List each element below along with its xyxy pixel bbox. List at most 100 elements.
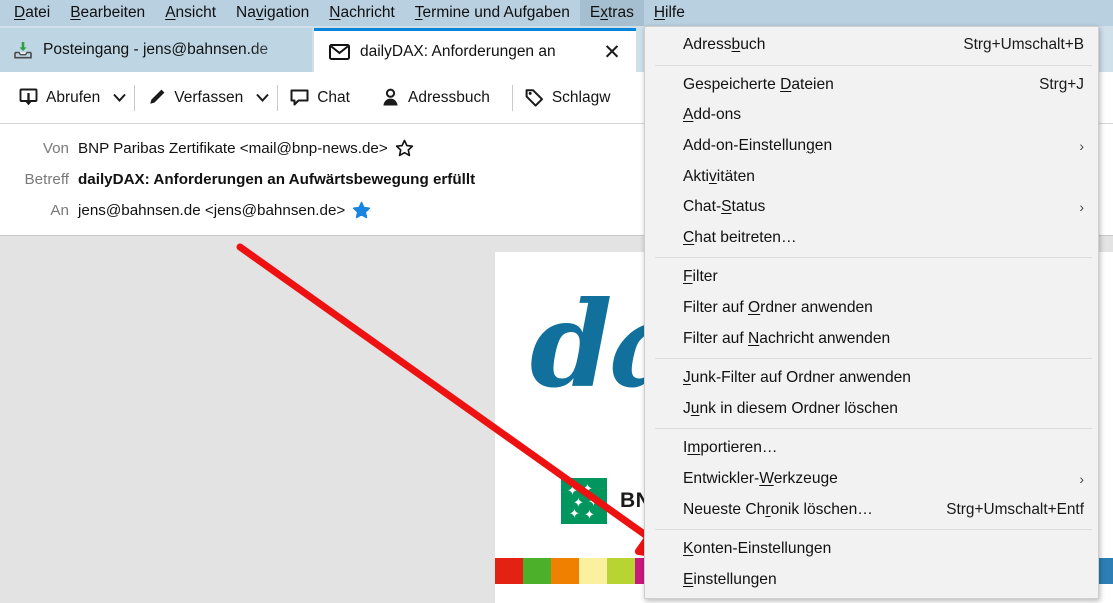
compose-dropdown[interactable] <box>251 88 274 107</box>
menu-item-label: Chat-Status <box>683 198 766 216</box>
menu-item-entwickler-werkzeuge[interactable]: Entwickler-Werkzeuge › <box>645 464 1098 495</box>
get-messages-icon <box>18 87 39 108</box>
tab-message-label: dailyDAX: Anforderungen an <box>360 42 556 60</box>
chevron-right-icon: › <box>1079 138 1084 155</box>
tag-label: Schlagw <box>551 88 611 106</box>
menu-item-label: Neueste Chronik löschen… <box>683 500 873 518</box>
menu-separator <box>655 257 1092 259</box>
star-filled-icon[interactable] <box>352 201 371 220</box>
menu-item-gespeicherte-dateien[interactable]: Gespeicherte Dateien Strg+J <box>645 70 1098 101</box>
get-messages-label: Abrufen <box>46 88 101 106</box>
menu-item-label: Junk in diesem Ordner löschen <box>683 399 898 417</box>
menu-item-neueste-chronik-loeschen[interactable]: Neueste Chronik löschen… Strg+Umschalt+En… <box>645 494 1098 525</box>
menu-item-shortcut: Strg+Umschalt+B <box>963 36 1084 54</box>
menubar-item-bearbeiten[interactable]: Bearbeiten <box>60 0 155 26</box>
menubar-item-termine-und-aufgaben[interactable]: Termine und Aufgaben <box>405 0 580 26</box>
menu-item-label: Entwickler-Werkzeuge <box>683 470 838 488</box>
menu-item-shortcut: Strg+J <box>1039 75 1084 93</box>
menu-item-chat-beitreten[interactable]: Chat beitreten… <box>645 223 1098 254</box>
menu-item-adressbuch[interactable]: Adressbuch Strg+Umschalt+B <box>645 30 1098 61</box>
menu-separator <box>655 528 1092 530</box>
menu-item-label: Filter auf Nachricht anwenden <box>683 329 891 347</box>
from-value[interactable]: BNP Paribas Zertifikate <mail@bnp-news.d… <box>78 140 388 157</box>
stripe-segment <box>495 558 524 584</box>
chevron-right-icon: › <box>1079 471 1084 488</box>
menu-item-junk-filter-auf-ordner-anwenden[interactable]: Junk-Filter auf Ordner anwenden <box>645 363 1098 394</box>
get-messages-button[interactable]: Abrufen <box>10 82 108 113</box>
menubar-item-datei[interactable]: Datei <box>4 0 60 26</box>
menu-item-label: Filter auf Ordner anwenden <box>683 299 873 317</box>
subject-value: dailyDAX: Anforderungen an Aufwärtsbeweg… <box>78 171 476 188</box>
menu-item-filter[interactable]: Filter <box>645 262 1098 293</box>
menu-item-label: Gespeicherte Dateien <box>683 75 834 93</box>
menu-item-shortcut: Strg+Umschalt+Entf <box>946 500 1084 518</box>
menubar-item-hilfe[interactable]: Hilfe <box>644 0 695 26</box>
compose-button[interactable]: Verfassen <box>138 82 251 113</box>
toolbar-divider <box>134 84 136 111</box>
menubar-item-navigation[interactable]: Navigation <box>226 0 319 26</box>
chevron-right-icon: › <box>1079 199 1084 216</box>
tag-icon <box>524 87 545 108</box>
toolbar-divider <box>277 84 279 111</box>
star-outline-icon[interactable] <box>395 139 414 158</box>
chat-bubble-icon <box>289 87 310 108</box>
to-label: An <box>50 202 69 219</box>
tab-message[interactable]: dailyDAX: Anforderungen an ✕ <box>314 28 636 72</box>
menu-bar: Datei Bearbeiten Ansicht Navigation Nachrich… <box>0 0 1113 26</box>
menubar-item-ansicht[interactable]: Ansicht <box>155 0 226 26</box>
menubar-item-extras[interactable]: Extras <box>579 0 644 26</box>
menu-item-label: Chat beitreten… <box>683 228 797 246</box>
menu-item-add-ons[interactable]: Add-ons <box>645 100 1098 131</box>
menu-item-label: Filter <box>683 268 718 286</box>
address-book-button[interactable]: Adressbuch <box>372 82 498 113</box>
thunderbird-window: Datei Bearbeiten Ansicht Navigation Nachrich… <box>0 0 1113 603</box>
chat-button[interactable]: Chat <box>281 82 358 113</box>
close-icon[interactable]: ✕ <box>602 42 622 63</box>
stripe-segment <box>551 558 580 584</box>
to-value[interactable]: jens@bahnsen.de <jens@bahnsen.de> <box>78 202 345 219</box>
chat-label: Chat <box>317 88 350 106</box>
menu-item-add-on-einstellungen[interactable]: Add-on-Einstellungen › <box>645 131 1098 162</box>
menu-item-label: Adressbuch <box>683 36 766 54</box>
menu-item-importieren[interactable]: Importieren… <box>645 433 1098 464</box>
menu-item-label: Add-on-Einstellungen <box>683 137 833 155</box>
stripe-segment <box>523 558 552 584</box>
compose-label: Verfassen <box>174 88 244 106</box>
chevron-down-icon <box>113 93 127 102</box>
tag-button[interactable]: Schlagw <box>516 82 619 113</box>
chevron-down-icon <box>256 93 269 102</box>
menu-item-label: Aktivitäten <box>683 167 755 185</box>
tab-inbox-label: Posteingang - jens@bahnsen.de <box>43 41 269 58</box>
menu-separator <box>655 357 1092 359</box>
menu-item-chat-status[interactable]: Chat-Status › <box>645 192 1098 223</box>
envelope-icon <box>328 40 351 63</box>
stripe-segment <box>607 558 636 584</box>
menu-item-label: Add-ons <box>683 106 742 124</box>
tab-inbox[interactable]: Posteingang - jens@bahnsen.de <box>0 28 312 72</box>
inbox-icon <box>12 39 34 61</box>
menu-item-einstellungen[interactable]: Einstellungen <box>645 565 1098 596</box>
bnp-star-mark-icon: ✦ ✦ ✦ ✦ ✦ ✦ <box>561 478 607 524</box>
menu-item-label: Junk-Filter auf Ordner anwenden <box>683 369 911 387</box>
menubar-item-nachricht[interactable]: Nachricht <box>319 0 404 26</box>
from-label: Von <box>42 140 69 157</box>
from-value-wrap: BNP Paribas Zertifikate <mail@bnp-news.d… <box>78 139 414 158</box>
menu-item-konten-einstellungen[interactable]: Konten-Einstellungen <box>645 534 1098 565</box>
menu-item-filter-auf-nachricht-anwenden[interactable]: Filter auf Nachricht anwenden <box>645 323 1098 354</box>
subject-label: Betreff <box>24 171 69 188</box>
bnp-paribas-logo: ✦ ✦ ✦ ✦ ✦ ✦ BN <box>561 478 651 524</box>
menu-item-filter-auf-ordner-anwenden[interactable]: Filter auf Ordner anwenden <box>645 293 1098 324</box>
get-messages-dropdown[interactable] <box>108 88 131 107</box>
menu-item-label: Konten-Einstellungen <box>683 540 832 558</box>
extras-menu-popup: Adressbuch Strg+Umschalt+B Gespeicherte Da… <box>644 26 1099 600</box>
stripe-segment <box>579 558 608 584</box>
menu-separator <box>655 64 1092 66</box>
address-book-person-icon <box>380 87 401 108</box>
menu-item-aktivitaeten[interactable]: Aktivitäten <box>645 161 1098 192</box>
menu-item-junk-in-diesem-ordner-loeschen[interactable]: Junk in diesem Ordner löschen <box>645 394 1098 425</box>
compose-pencil-icon <box>146 87 167 108</box>
to-value-wrap: jens@bahnsen.de <jens@bahnsen.de> <box>78 201 371 220</box>
toolbar-divider <box>511 84 513 111</box>
menu-separator <box>655 428 1092 430</box>
address-book-label: Adressbuch <box>407 88 490 106</box>
